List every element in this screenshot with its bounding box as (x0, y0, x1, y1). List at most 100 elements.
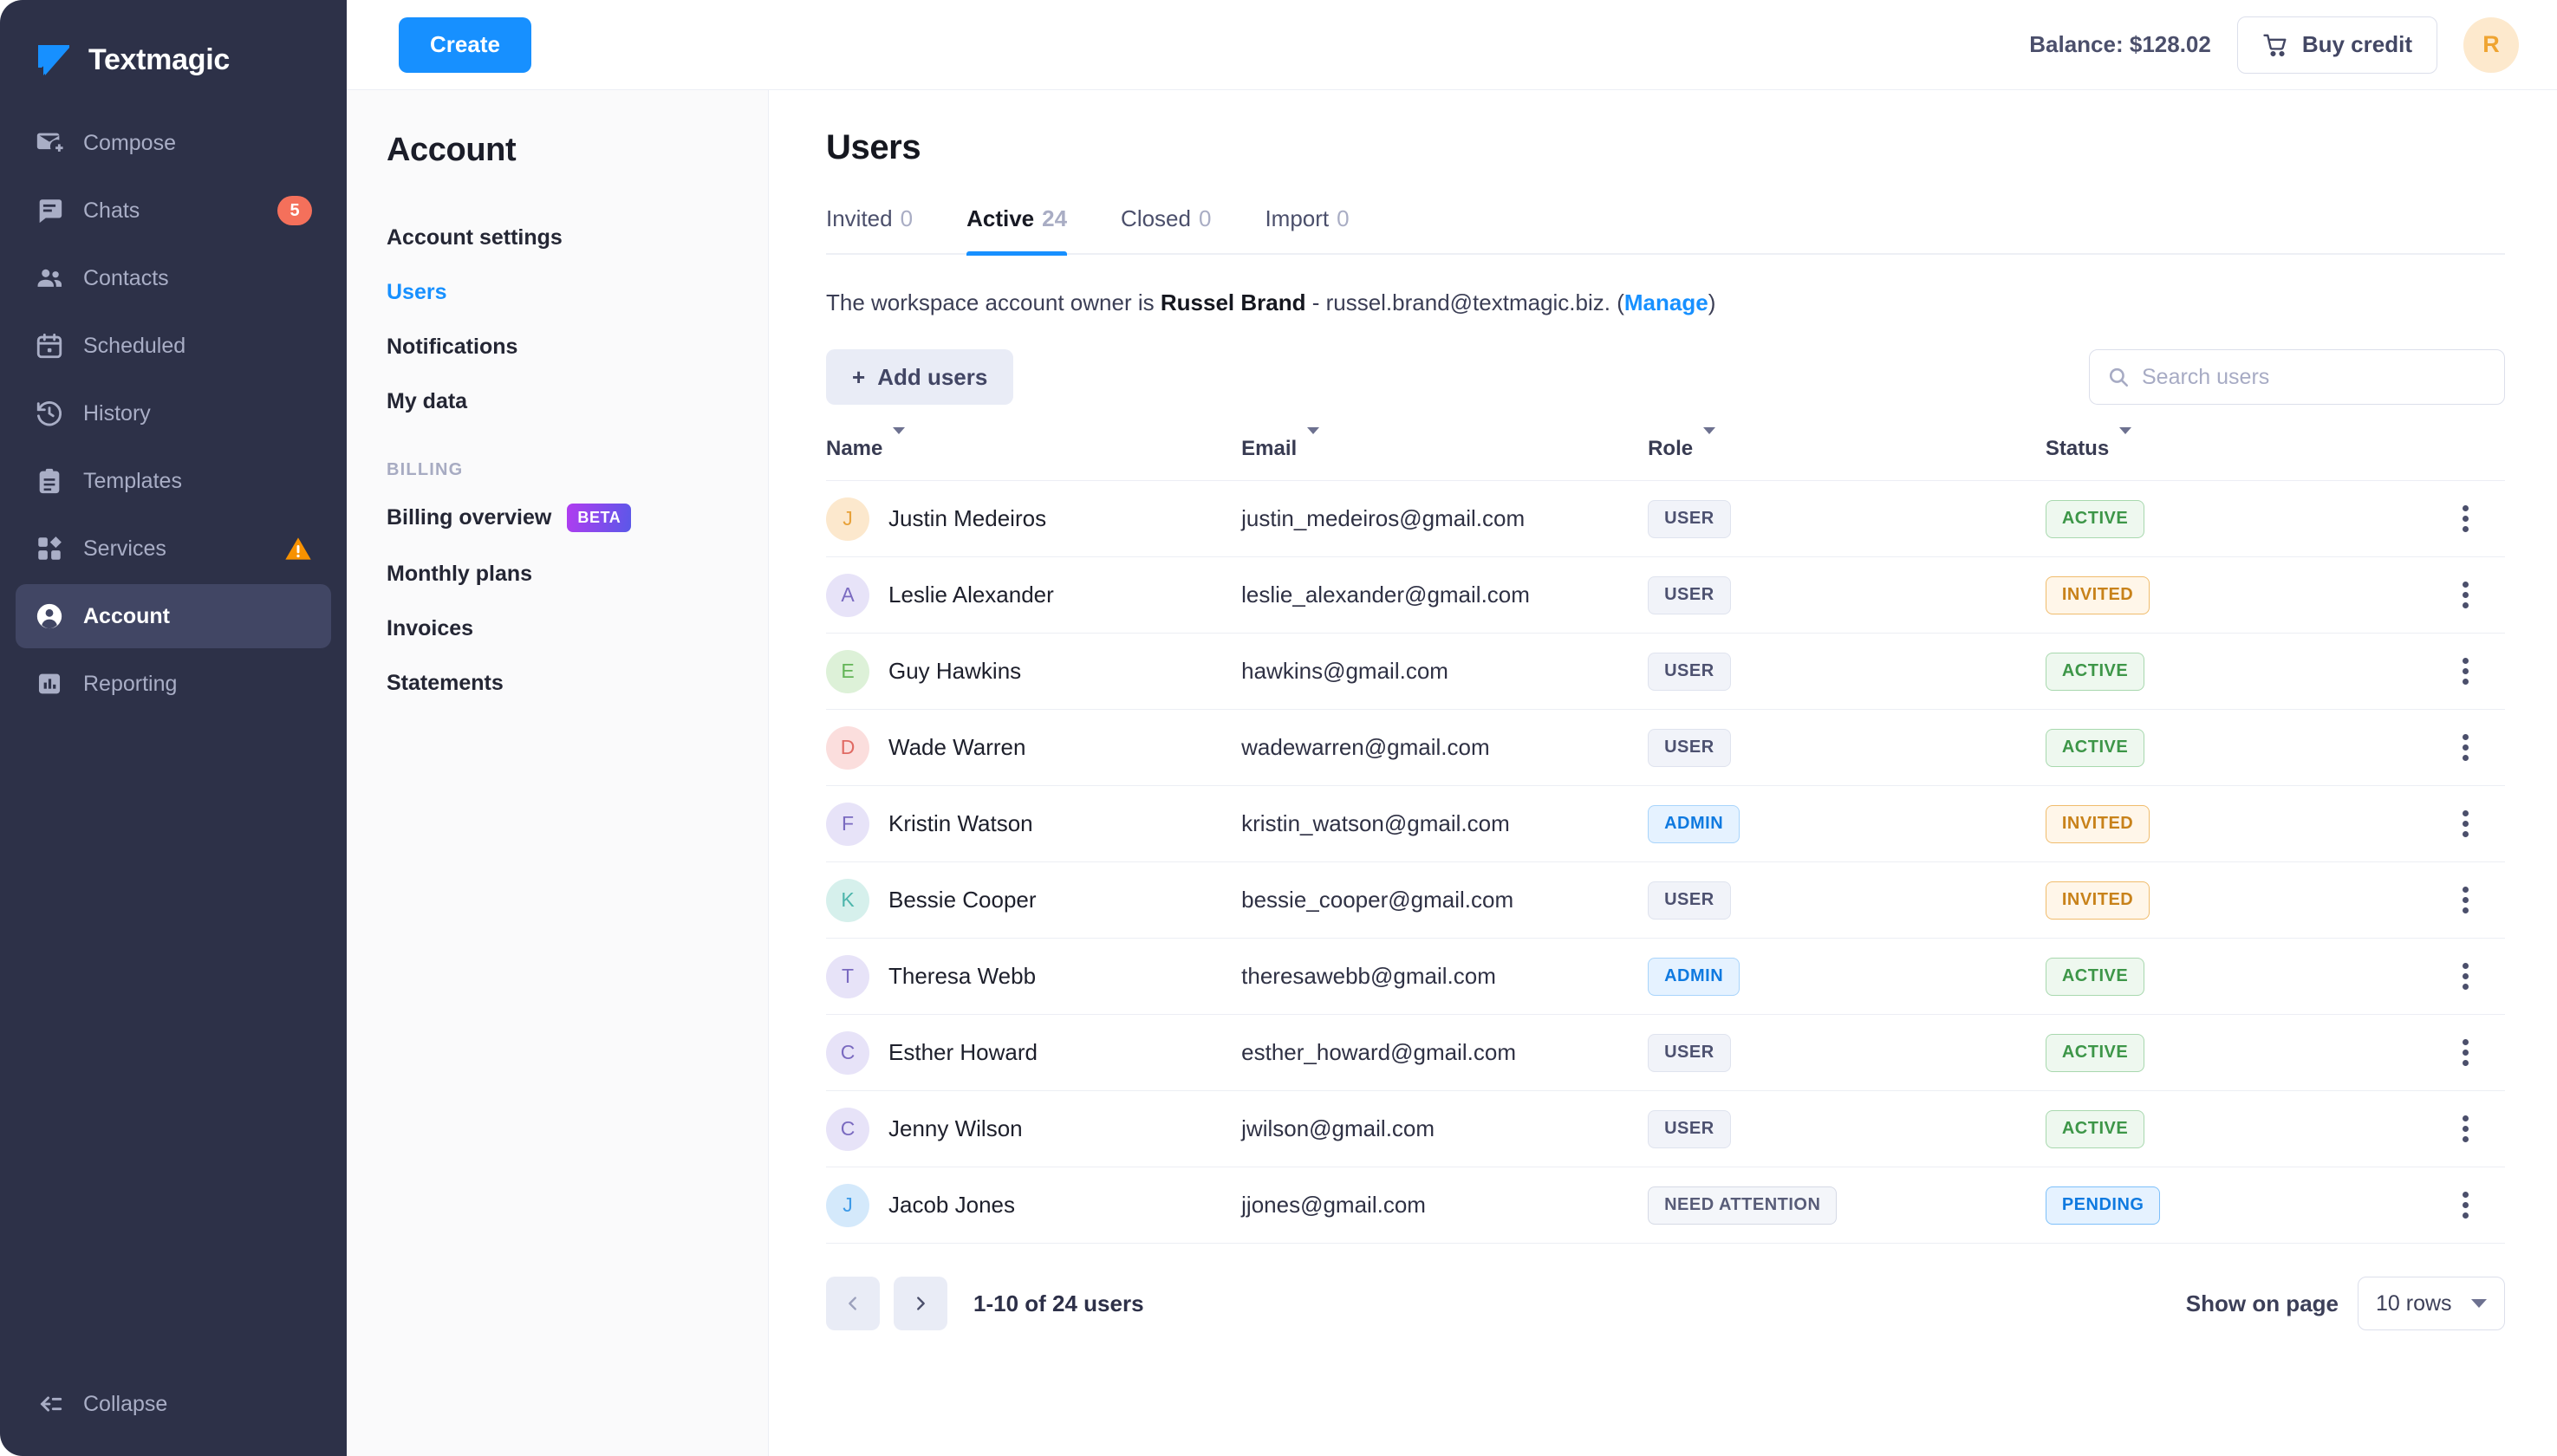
sidebar-item-services[interactable]: Services (16, 517, 331, 581)
cell-actions (2425, 861, 2505, 939)
users-table-head: Name Email Role Status (826, 427, 2505, 481)
cell-role: USER (1648, 633, 2046, 710)
table-row[interactable]: A Leslie Alexander leslie_alexander@gmail.… (826, 556, 2505, 634)
row-menu-icon[interactable] (2425, 1115, 2505, 1142)
collapse-sidebar-button[interactable]: Collapse (0, 1352, 347, 1456)
sidebar-item-account[interactable]: Account (16, 584, 331, 648)
chevron-left-icon (843, 1294, 862, 1313)
tab-closed[interactable]: Closed 0 (1121, 205, 1211, 253)
user-email: bessie_cooper@gmail.com (1241, 887, 1514, 913)
cell-email: hawkins@gmail.com (1241, 633, 1649, 710)
cell-email: justin_medeiros@gmail.com (1241, 480, 1649, 557)
column-header-actions (2425, 434, 2505, 481)
row-menu-icon[interactable] (2425, 887, 2505, 913)
user-avatar[interactable]: R (2463, 16, 2519, 73)
cell-actions (2425, 785, 2505, 862)
chevron-down-icon (1703, 427, 1716, 458)
subnav-item-billing-overview[interactable]: Billing overview BETA (387, 489, 768, 547)
cart-icon (2262, 32, 2288, 58)
cell-name: C Esther Howard (826, 1014, 1242, 1091)
table-row[interactable]: D Wade Warren wadewarren@gmail.com USER ACTI… (826, 709, 2505, 786)
history-icon (35, 399, 64, 428)
previous-page-button[interactable] (826, 1277, 880, 1330)
cell-status: INVITED (2045, 785, 2426, 862)
cell-status: ACTIVE (2045, 480, 2426, 557)
search-users-field[interactable] (2089, 349, 2505, 405)
sidebar-item-compose[interactable]: Compose (16, 111, 331, 175)
row-menu-icon[interactable] (2425, 810, 2505, 837)
sidebar-item-scheduled[interactable]: Scheduled (16, 314, 331, 378)
cell-email: leslie_alexander@gmail.com (1241, 556, 1649, 634)
subnav-item-account-settings[interactable]: Account settings (387, 211, 768, 265)
user-name: Esther Howard (888, 1039, 1038, 1065)
user-name: Jenny Wilson (888, 1115, 1023, 1141)
top-bar: Create Balance: $128.02 Buy credit R (347, 0, 2557, 90)
subnav-item-my-data[interactable]: My data (387, 374, 768, 429)
row-menu-icon[interactable] (2425, 1039, 2505, 1066)
table-row[interactable]: J Jacob Jones jjones@gmail.com NEED ATTENTI… (826, 1167, 2505, 1244)
subnav-item-label: Billing overview (387, 505, 552, 530)
sidebar-item-contacts[interactable]: Contacts (16, 246, 331, 310)
owner-notice-middle: - russel.brand@textmagic.biz. ( (1305, 289, 1624, 315)
column-header-email[interactable]: Email (1241, 427, 1648, 481)
chat-icon (35, 196, 64, 225)
tab-label: Active (966, 205, 1035, 231)
row-menu-icon[interactable] (2425, 658, 2505, 685)
next-page-button[interactable] (894, 1277, 947, 1330)
tab-invited[interactable]: Invited 0 (826, 205, 913, 253)
show-on-page-label: Show on page (2185, 1290, 2339, 1316)
create-button[interactable]: Create (399, 16, 531, 73)
role-badge: USER (1648, 499, 1731, 538)
chevron-down-icon (2119, 427, 2132, 458)
subnav-item-monthly-plans[interactable]: Monthly plans (387, 547, 768, 601)
status-badge: INVITED (2045, 804, 2150, 843)
subnav-item-statements[interactable]: Statements (387, 656, 768, 711)
row-menu-icon[interactable] (2425, 582, 2505, 608)
table-row[interactable]: K Bessie Cooper bessie_cooper@gmail.com USE… (826, 861, 2505, 939)
user-email: justin_medeiros@gmail.com (1241, 505, 1526, 531)
subnav-item-label: Users (387, 280, 447, 304)
cell-actions (2425, 1167, 2505, 1244)
cell-email: theresawebb@gmail.com (1241, 938, 1649, 1015)
table-row[interactable]: C Esther Howard esther_howard@gmail.com USE… (826, 1014, 2505, 1091)
sidebar-item-label: Contacts (83, 265, 169, 290)
search-input[interactable] (2142, 364, 2487, 390)
subnav-item-users[interactable]: Users (387, 265, 768, 320)
avatar: E (826, 649, 869, 693)
user-email: kristin_watson@gmail.com (1241, 810, 1510, 836)
row-menu-icon[interactable] (2425, 963, 2505, 990)
brand-logo[interactable]: Textmagic (0, 0, 347, 87)
cell-name: J Justin Medeiros (826, 480, 1242, 557)
role-badge: ADMIN (1648, 804, 1740, 843)
sidebar-item-templates[interactable]: Templates (16, 449, 331, 513)
avatar: K (826, 878, 869, 922)
rows-per-page-select[interactable]: 10 rows (2358, 1277, 2505, 1330)
subnav-item-label: Notifications (387, 335, 518, 359)
subnav-item-notifications[interactable]: Notifications (387, 320, 768, 374)
table-row[interactable]: T Theresa Webb theresawebb@gmail.com ADMIN A… (826, 938, 2505, 1015)
row-menu-icon[interactable] (2425, 505, 2505, 532)
cell-actions (2425, 480, 2505, 557)
manage-owner-link[interactable]: Manage (1624, 289, 1708, 315)
users-table: Name Email Role Status J Justin Medeiros j… (826, 427, 2505, 1244)
column-label: Name (826, 437, 883, 460)
sidebar-item-history[interactable]: History (16, 381, 331, 445)
tab-import[interactable]: Import 0 (1265, 205, 1349, 253)
table-row[interactable]: C Jenny Wilson jwilson@gmail.com USER ACTIVE (826, 1090, 2505, 1167)
row-menu-icon[interactable] (2425, 1192, 2505, 1219)
table-row[interactable]: F Kristin Watson kristin_watson@gmail.com A… (826, 785, 2505, 862)
row-menu-icon[interactable] (2425, 734, 2505, 761)
sidebar-item-chats[interactable]: Chats 5 (16, 179, 331, 243)
users-table-body: J Justin Medeiros justin_medeiros@gmail.co… (826, 480, 2505, 1244)
column-header-name[interactable]: Name (826, 427, 1241, 481)
subnav-item-invoices[interactable]: Invoices (387, 601, 768, 656)
column-header-status[interactable]: Status (2046, 427, 2425, 481)
add-users-button[interactable]: + Add users (826, 349, 1014, 405)
table-row[interactable]: J Justin Medeiros justin_medeiros@gmail.co… (826, 480, 2505, 557)
buy-credit-button[interactable]: Buy credit (2236, 16, 2437, 74)
table-row[interactable]: E Guy Hawkins hawkins@gmail.com USER ACTIVE (826, 633, 2505, 710)
column-header-role[interactable]: Role (1648, 427, 2046, 481)
subnav-item-label: Statements (387, 671, 504, 695)
sidebar-item-reporting[interactable]: Reporting (16, 652, 331, 716)
tab-active[interactable]: Active 24 (966, 205, 1067, 256)
